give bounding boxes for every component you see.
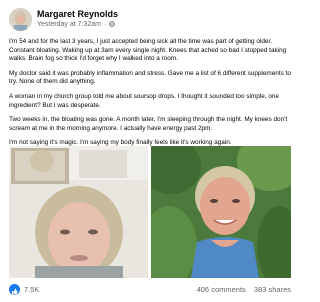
post-paragraph: I'm 54 and for the last 3 years, I just … (9, 38, 287, 63)
engagement-counts: 406 comments 383 shares (197, 285, 291, 294)
post-photos (9, 146, 291, 278)
before-photo[interactable] (9, 146, 148, 278)
meta-separator: · (103, 21, 107, 28)
globe-icon (109, 21, 116, 27)
comment-count[interactable]: 406 comments (197, 285, 246, 294)
reaction-count: 7.5K (24, 285, 40, 294)
post-footer: 7.5K 406 comments 383 shares (9, 284, 291, 296)
like-icon (9, 284, 20, 295)
post-paragraph: A woman in my church group told me about… (9, 92, 279, 109)
post-meta: Yesterday at 7:32am · (37, 21, 116, 28)
facebook-post: Margaret Reynolds Yesterday at 7:32am · … (0, 0, 300, 300)
before-photo-image (9, 146, 148, 278)
post-paragraph: My doctor said it was probably inflammat… (9, 69, 291, 86)
after-photo[interactable] (151, 146, 291, 278)
post-paragraph: Two weeks in, the bloating was gone. A m… (9, 116, 288, 132)
thumbs-up-icon (12, 288, 18, 295)
share-count[interactable]: 383 shares (254, 285, 291, 294)
avatar[interactable] (9, 8, 32, 31)
after-photo-image (151, 146, 291, 278)
post-timestamp[interactable]: Yesterday at 7:32am (37, 21, 101, 28)
post-header: Margaret Reynolds Yesterday at 7:32am · (9, 8, 291, 32)
author-name[interactable]: Margaret Reynolds (37, 9, 118, 19)
avatar-photo (9, 8, 32, 31)
post-body: I'm 54 and for the last 3 years, I just … (9, 38, 291, 154)
